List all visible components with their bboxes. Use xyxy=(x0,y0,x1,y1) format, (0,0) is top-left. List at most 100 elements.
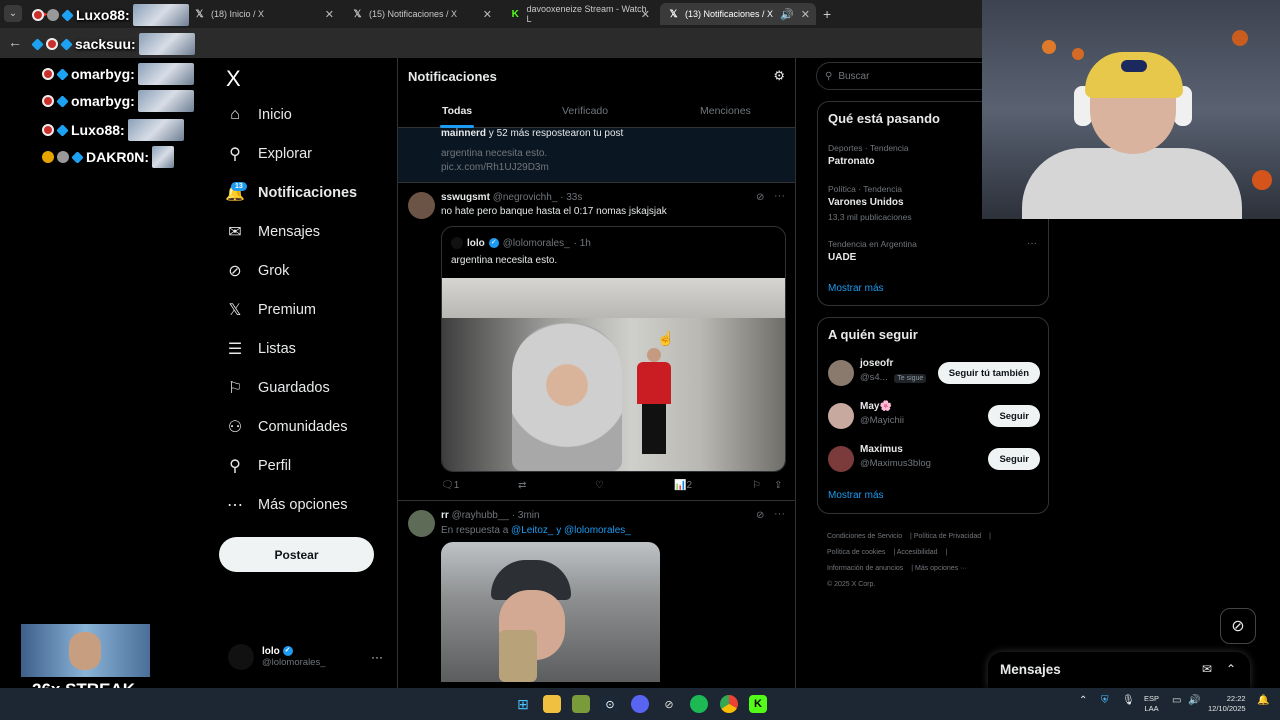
nav-item-listas[interactable]: ☰ Listas xyxy=(226,340,296,358)
suggestion-handle: @Mayichii xyxy=(860,415,904,426)
nav-item-perfil[interactable]: ⚲ Perfil xyxy=(226,457,291,475)
post-button[interactable]: Postear xyxy=(219,537,374,572)
post-author-handle[interactable]: @negrovichh_ xyxy=(493,192,558,203)
nav-item-guardados[interactable]: ⚐ Guardados xyxy=(226,379,330,397)
notification-actor[interactable]: mainnerd xyxy=(441,128,486,139)
follow-suggestion[interactable]: joseofr @s4... Te sigue Seguir tú tambié… xyxy=(828,358,1040,388)
grok-icon[interactable]: ⊘ xyxy=(756,192,764,203)
post-item[interactable]: sswugsmt @negrovichh_ · 33s ⊘ ··· no hat… xyxy=(398,184,795,501)
system-clock[interactable]: 22:22 12/10/2025 xyxy=(1208,694,1246,714)
close-icon[interactable]: ✕ xyxy=(641,8,650,21)
repost-notification[interactable]: mainnerd y 52 más respostearon tu post a… xyxy=(398,128,795,183)
file-explorer-icon[interactable] xyxy=(543,695,561,713)
notification-link[interactable]: pic.x.com/Rh1UJ29D3m xyxy=(441,162,549,173)
post-image[interactable] xyxy=(441,542,660,682)
footer-link[interactable]: Política de cookies xyxy=(827,549,885,556)
avatar[interactable] xyxy=(408,510,435,537)
speaker-icon[interactable]: 🔊 xyxy=(780,8,794,21)
show-more-link[interactable]: Mostrar más xyxy=(828,283,884,294)
views-button[interactable]: 📊 2 xyxy=(674,480,692,491)
back-button[interactable]: ← xyxy=(8,34,22,50)
microphone-icon[interactable]: 🎙 xyxy=(1122,695,1135,706)
footer-link[interactable]: Política de Privacidad xyxy=(914,533,981,540)
more-icon[interactable]: ··· xyxy=(371,650,383,664)
follow-back-button[interactable]: Seguir tú también xyxy=(937,362,1040,384)
discord-icon[interactable] xyxy=(631,695,649,713)
nav-item-inicio[interactable]: ⌂ Inicio xyxy=(226,106,292,124)
follow-button[interactable]: Seguir xyxy=(988,448,1040,470)
footer-link[interactable]: Condiciones de Servicio xyxy=(827,533,902,540)
x-logo[interactable]: X xyxy=(226,66,241,92)
search-input[interactable]: ⚲ Buscar xyxy=(816,62,986,90)
follow-suggestion[interactable]: Maximus @Maximus3blog Seguir xyxy=(828,444,1040,474)
video-subject xyxy=(637,348,671,456)
chrome-icon[interactable] xyxy=(720,695,738,713)
browser-tab-2[interactable]: 𝕏 (18) Inicio / X ✕ xyxy=(186,3,340,25)
post-author-handle[interactable]: @rayhubb__ xyxy=(452,510,509,521)
post-author-name[interactable]: sswugsmt xyxy=(441,192,490,203)
grok-icon[interactable]: ⊘ xyxy=(1220,608,1256,644)
footer-link[interactable]: Información de anuncios xyxy=(827,565,903,572)
steam-icon[interactable]: ⊙ xyxy=(601,695,619,713)
post-author-name[interactable]: rr xyxy=(441,510,449,521)
notification-icon[interactable]: 🔔 xyxy=(1257,695,1269,706)
browser-tab-5[interactable]: 𝕏 (13) Notificaciones / X 🔊 ✕ xyxy=(660,3,816,25)
tab-verificado[interactable]: Verificado xyxy=(562,105,608,117)
close-icon[interactable]: ✕ xyxy=(801,8,810,21)
quoted-post-video[interactable] xyxy=(442,278,785,471)
network-icon[interactable]: ▭ xyxy=(1172,695,1181,706)
nav-item-explorar[interactable]: ⚲ Explorar xyxy=(226,145,312,163)
speaker-icon[interactable]: 🔊 xyxy=(1188,695,1200,706)
windows-start-icon[interactable]: ⊞ xyxy=(514,695,532,713)
spotify-icon[interactable] xyxy=(690,695,708,713)
more-icon[interactable]: ··· xyxy=(774,508,785,520)
kick-icon[interactable]: K xyxy=(749,695,767,713)
reply-button[interactable]: 🗨 1 xyxy=(441,480,459,491)
nav-item-premium[interactable]: 𝕏 Premium xyxy=(226,301,316,319)
trend-name[interactable]: UADE xyxy=(828,252,856,263)
close-icon[interactable]: ✕ xyxy=(483,8,492,21)
post-item[interactable]: rr @rayhubb__ · 3min ⊘ ··· En respuesta … xyxy=(398,502,795,688)
reply-to-users[interactable]: @Leitoz_ y @lolomorales_ xyxy=(511,525,631,536)
language-indicator[interactable]: ESP LAA xyxy=(1144,694,1159,714)
more-icon[interactable]: ··· xyxy=(774,190,785,202)
grok-icon[interactable]: ⊘ xyxy=(756,510,764,521)
show-more-link[interactable]: Mostrar más xyxy=(828,490,884,501)
trend-name[interactable]: Patronato xyxy=(828,156,875,167)
browser-tab-4[interactable]: K davooxeneize Stream - Watch L ✕ xyxy=(502,3,656,25)
messages-drawer[interactable]: Mensajes ✉ ⌃ xyxy=(988,652,1250,688)
avatar[interactable] xyxy=(408,192,435,219)
trend-name[interactable]: Varones Unidos xyxy=(828,197,904,208)
gear-icon[interactable]: ⚙ xyxy=(773,68,785,84)
more-icon[interactable]: ··· xyxy=(1027,238,1037,249)
nav-item-mensajes[interactable]: ✉ Mensajes xyxy=(226,223,320,241)
follow-suggestion[interactable]: May🌸 @Mayichii Seguir xyxy=(828,401,1040,431)
bookmark-icon[interactable]: ⚐ xyxy=(752,480,761,491)
quoted-post[interactable]: lolo ✓ @lolomorales_ · 1h argentina nece… xyxy=(441,226,786,472)
nav-item-comunidades[interactable]: ⚇ Comunidades xyxy=(226,418,348,436)
nav-item-grok[interactable]: ⊘ Grok xyxy=(226,262,289,280)
browser-tab-3[interactable]: 𝕏 (15) Notificaciones / X ✕ xyxy=(344,3,498,25)
minecraft-icon[interactable] xyxy=(572,695,590,713)
chevron-up-icon[interactable]: ⌃ xyxy=(1079,695,1087,706)
share-icon[interactable]: ⇪ xyxy=(774,480,782,491)
app-icon[interactable]: ⊘ xyxy=(660,695,678,713)
post-time[interactable]: · 3min xyxy=(512,510,540,521)
new-tab-button[interactable]: + xyxy=(823,6,831,22)
new-message-icon[interactable]: ✉ xyxy=(1202,662,1212,676)
post-time[interactable]: · 33s xyxy=(560,192,582,203)
close-icon[interactable]: ✕ xyxy=(325,8,334,21)
nav-item-mas-opciones[interactable]: ⋯ Más opciones xyxy=(226,496,347,514)
tab-search-button[interactable]: ⌄ xyxy=(4,5,22,22)
repost-icon[interactable]: ⇄ xyxy=(518,480,526,491)
footer-link[interactable]: Más opciones ··· xyxy=(915,565,967,572)
account-switcher[interactable]: lolo ✓ @lolomorales_ xyxy=(228,644,326,670)
chevron-up-icon[interactable]: ⌃ xyxy=(1226,662,1236,676)
tab-title: (18) Inicio / X xyxy=(211,9,265,19)
tab-menciones[interactable]: Menciones xyxy=(700,105,751,117)
tab-todas[interactable]: Todas xyxy=(442,105,472,117)
footer-link[interactable]: Accesibilidad xyxy=(897,549,938,556)
like-icon[interactable]: ♡ xyxy=(595,480,604,491)
security-icon[interactable]: ⛨ xyxy=(1101,695,1109,706)
follow-button[interactable]: Seguir xyxy=(988,405,1040,427)
